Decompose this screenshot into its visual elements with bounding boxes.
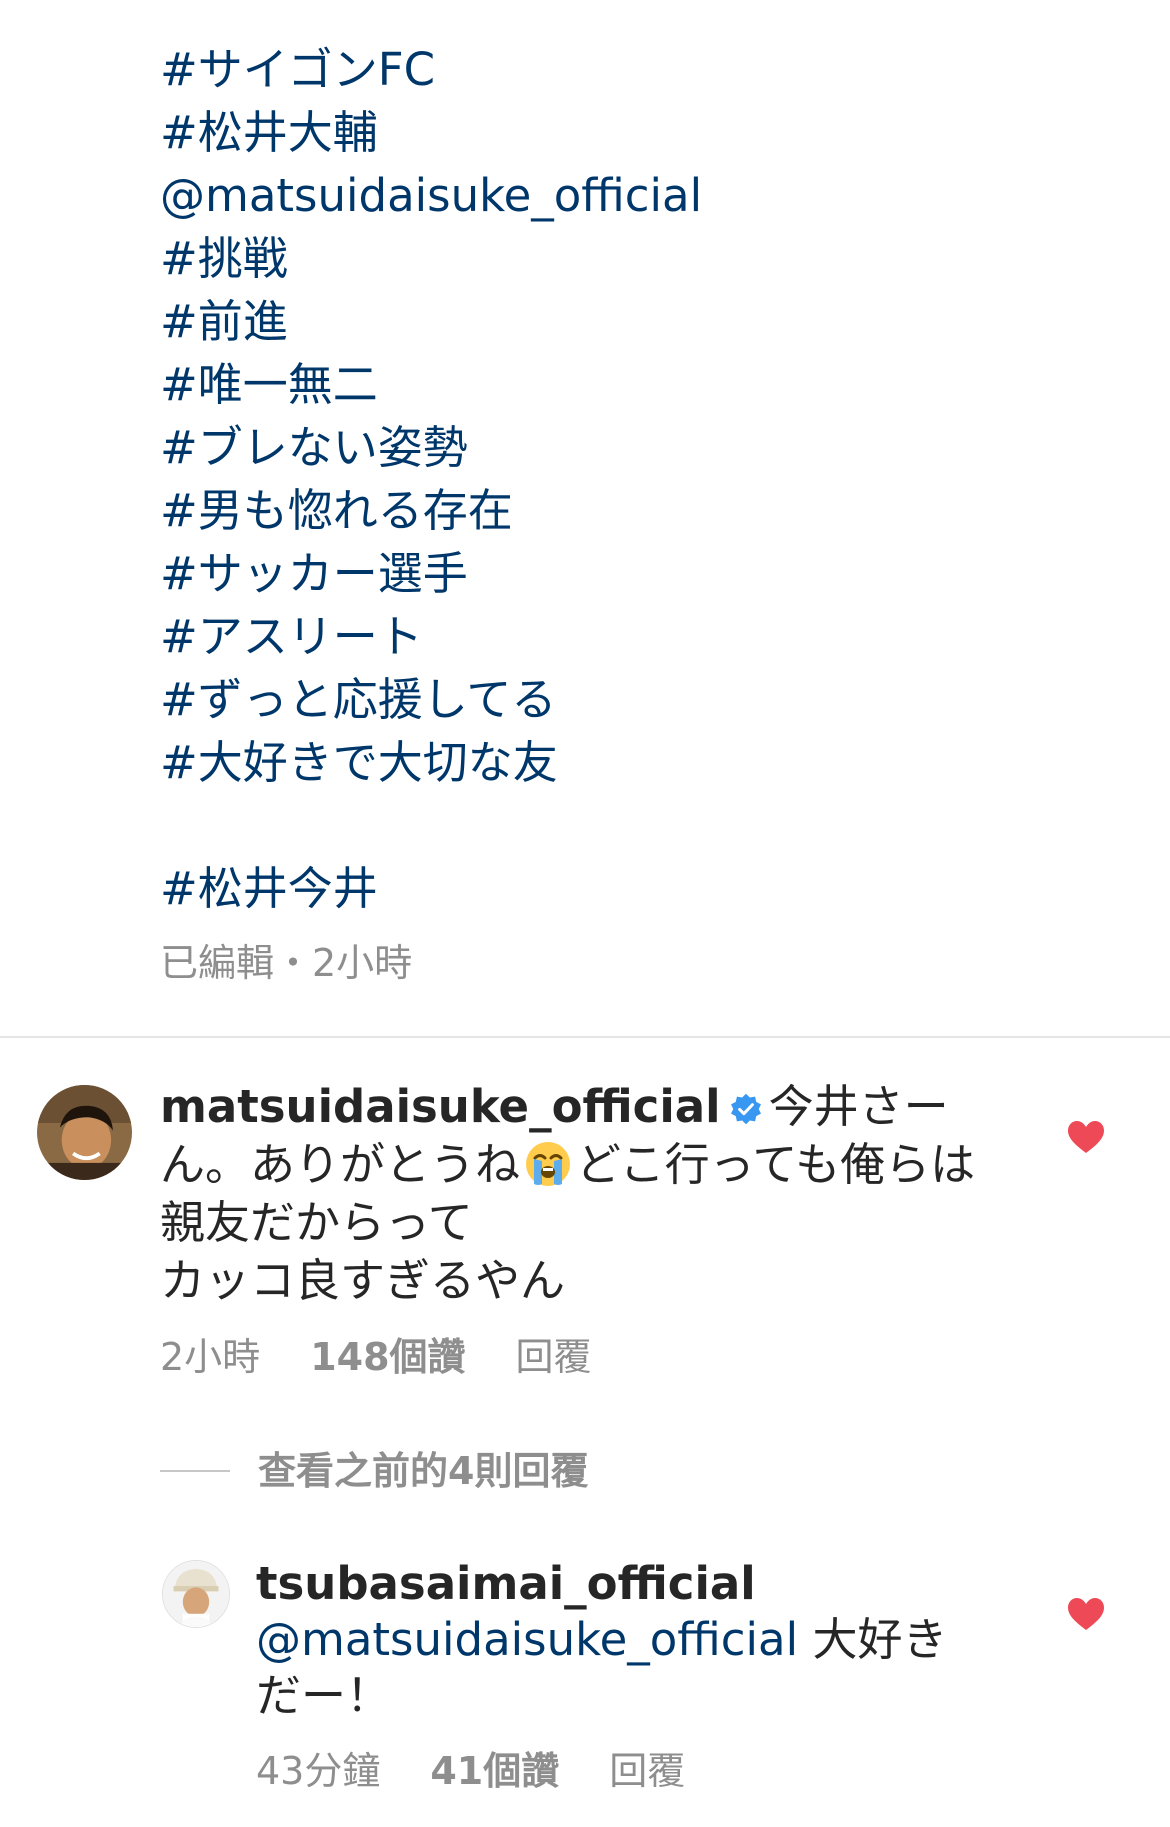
- hashtag-challenge[interactable]: #挑戦: [160, 227, 1060, 290]
- reply-time: 43分鐘: [256, 1749, 381, 1793]
- loudly-crying-face-emoji-icon: [524, 1140, 572, 1188]
- comment-likes-link[interactable]: 148個讚: [310, 1335, 465, 1379]
- hashtag-admired-by-men[interactable]: #男も惚れる存在: [160, 479, 1060, 542]
- avatar-photo-icon: [163, 1561, 229, 1627]
- hashtag-athlete[interactable]: #アスリート: [160, 605, 1060, 668]
- replier-avatar[interactable]: [162, 1560, 230, 1628]
- reply-likes-link[interactable]: 41個讚: [430, 1749, 559, 1793]
- hashtag-unique[interactable]: #唯一無二: [160, 353, 1060, 416]
- reply-meta: 43分鐘 41個讚 回覆: [256, 1746, 685, 1796]
- reply-mention-link[interactable]: @matsuidaisuke_official: [256, 1613, 798, 1666]
- view-previous-replies-button[interactable]: 查看之前的4則回覆: [160, 1446, 588, 1496]
- comment-text: matsuidaisuke_official 今井さーん。ありがとうね どこ行っても…: [160, 1078, 1000, 1310]
- comment-text-part3: カッコ良すぎるやん: [160, 1254, 566, 1307]
- comment-like-heart-icon[interactable]: [1066, 1119, 1106, 1155]
- hashtag-always-cheering[interactable]: #ずっと応援してる: [160, 668, 1060, 731]
- reply-reply-button[interactable]: 回覆: [609, 1749, 685, 1793]
- replier-username[interactable]: tsubasaimai_official: [256, 1557, 756, 1610]
- mention-matsuidaisuke[interactable]: @matsuidaisuke_official: [160, 164, 1060, 227]
- comment-time: 2小時: [160, 1335, 261, 1379]
- avatar-photo-icon: [37, 1085, 132, 1180]
- comment-meta: 2小時 148個讚 回覆: [160, 1332, 592, 1382]
- hashtag-steady-attitude[interactable]: #ブレない姿勢: [160, 416, 1060, 479]
- hashtag-dear-friend[interactable]: #大好きで大切な友: [160, 731, 1060, 794]
- reply-text: tsubasaimai_official @matsuidaisuke_offic…: [256, 1556, 976, 1724]
- caption-edited-time: 已編輯・2小時: [160, 941, 413, 985]
- comments-divider: [0, 1036, 1170, 1038]
- hashtag-matsui-imai[interactable]: #松井今井: [160, 857, 1060, 920]
- replies-rule: [160, 1470, 230, 1472]
- hashtag-matsui-daisuke[interactable]: #松井大輔: [160, 101, 1060, 164]
- hashtag-saigon-fc[interactable]: #サイゴンFC: [160, 38, 1060, 101]
- view-replies-label: 查看之前的4則回覆: [258, 1449, 589, 1493]
- post-caption: #サイゴンFC #松井大輔 @matsuidaisuke_official #挑…: [160, 38, 1060, 988]
- hashtag-advance[interactable]: #前進: [160, 290, 1060, 353]
- comment-reply-button[interactable]: 回覆: [516, 1335, 592, 1379]
- commenter-avatar[interactable]: [37, 1085, 132, 1180]
- verified-badge-icon: [729, 1092, 763, 1126]
- hashtag-soccer-player[interactable]: #サッカー選手: [160, 542, 1060, 605]
- reply-like-heart-icon[interactable]: [1066, 1596, 1106, 1632]
- commenter-username[interactable]: matsuidaisuke_official: [160, 1080, 721, 1133]
